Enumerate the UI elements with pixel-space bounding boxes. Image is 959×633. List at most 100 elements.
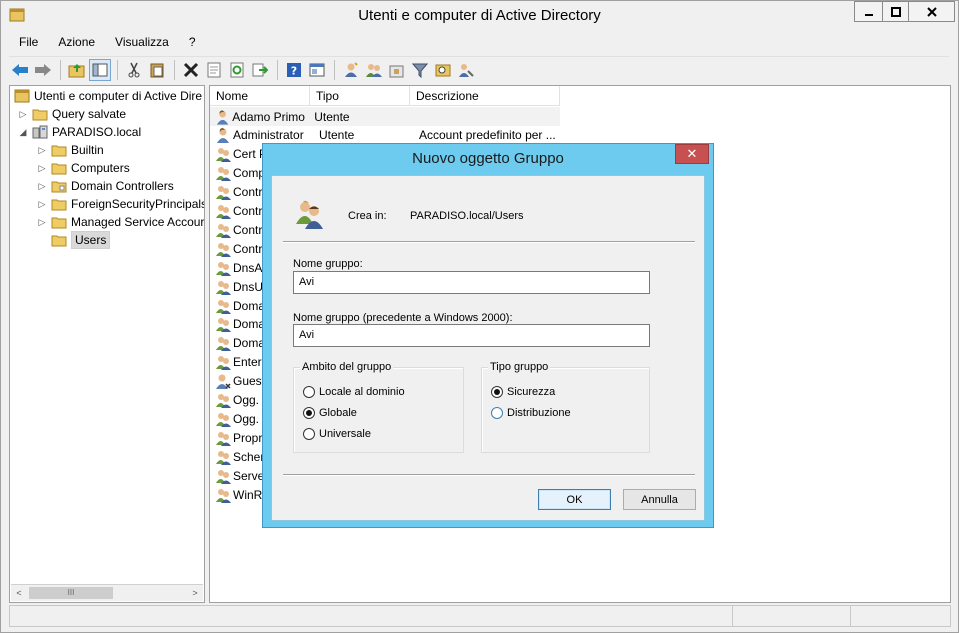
properties-icon	[207, 62, 221, 77]
group-icon	[216, 431, 231, 446]
show-tree-button[interactable]	[89, 58, 111, 81]
find-button[interactable]	[432, 59, 454, 81]
column-header-description[interactable]: Descrizione	[410, 86, 560, 106]
scope-universal-radio[interactable]: Universale	[303, 428, 371, 440]
cancel-button[interactable]: Annulla	[623, 489, 696, 510]
type-distribution-radio[interactable]: Distribuzione	[491, 407, 571, 419]
properties-button[interactable]	[203, 59, 225, 81]
delegate-icon	[459, 63, 474, 77]
tree-item-domain-controllers[interactable]: ▷ Domain Controllers	[37, 177, 174, 195]
group-name-pre2000-input[interactable]: Avi	[293, 324, 650, 347]
ou-folder-icon	[51, 181, 67, 193]
delete-button[interactable]	[180, 59, 202, 81]
radio-label: Universale	[319, 428, 371, 440]
dialog-close-button[interactable]: ✕	[675, 144, 709, 164]
menu-visualizza[interactable]: Visualizza	[105, 33, 179, 53]
tree-item-foreign-security-principals[interactable]: ▷ ForeignSecurityPrincipals	[37, 195, 205, 213]
expand-arrow-icon[interactable]: ▷	[37, 163, 47, 174]
filter-button[interactable]	[409, 59, 431, 81]
new-group-dialog: Nuovo oggetto Gruppo ✕ Crea in: PARADISO…	[262, 143, 714, 528]
new-group-button[interactable]	[363, 59, 385, 81]
group-icon	[216, 223, 231, 238]
scroll-right-arrow-icon[interactable]: >	[188, 587, 202, 599]
console-button[interactable]	[306, 59, 328, 81]
scroll-thumb[interactable]: III	[29, 587, 113, 599]
menu-file[interactable]: File	[9, 33, 48, 53]
up-folder-button[interactable]	[66, 59, 88, 81]
type-security-radio[interactable]: Sicurezza	[491, 386, 555, 398]
group-icon	[216, 186, 231, 201]
collapse-arrow-icon[interactable]: ◢	[18, 127, 28, 138]
column-header-name[interactable]: Nome	[210, 86, 310, 106]
folder-icon	[51, 145, 67, 157]
expand-arrow-icon[interactable]: ▷	[37, 217, 47, 228]
tree-item-label: ForeignSecurityPrincipals	[71, 197, 205, 211]
tree-root-label: Utenti e computer di Active Dire	[34, 89, 203, 103]
up-folder-icon	[68, 63, 85, 77]
tree-pane[interactable]: Utenti e computer di Active Dire ▷ Query…	[9, 85, 205, 603]
minimize-icon	[864, 13, 873, 16]
expand-arrow-icon[interactable]: ▷	[37, 181, 47, 192]
table-row[interactable]: Adamo Primo Utente	[210, 107, 560, 126]
ad-root-icon	[14, 89, 30, 103]
minimize-button[interactable]	[854, 1, 883, 22]
tree-item-builtin[interactable]: ▷ Builtin	[37, 141, 104, 159]
toolbar-separator	[174, 59, 175, 80]
help-button[interactable]: ?	[283, 59, 305, 81]
radio-button[interactable]	[303, 386, 315, 398]
menu-help[interactable]: ?	[179, 33, 206, 53]
maximize-button[interactable]	[882, 1, 909, 22]
new-user-icon	[345, 61, 358, 77]
radio-button-selected[interactable]	[303, 407, 315, 419]
delegate-button[interactable]	[455, 59, 477, 81]
close-button[interactable]	[908, 1, 955, 22]
expand-arrow-icon[interactable]: ▷	[37, 199, 47, 210]
radio-button-selected[interactable]	[491, 386, 503, 398]
back-button[interactable]	[9, 59, 31, 81]
cut-button[interactable]	[123, 59, 145, 81]
scope-domain-local-radio[interactable]: Locale al dominio	[303, 386, 405, 398]
refresh-button[interactable]	[226, 59, 248, 81]
expand-arrow-icon[interactable]: ▷	[18, 109, 28, 120]
group-icon	[216, 337, 231, 352]
export-button[interactable]	[249, 59, 271, 81]
tree-item-label: Managed Service Accour	[71, 215, 205, 229]
tree-root[interactable]: Utenti e computer di Active Dire	[14, 87, 202, 105]
tree-item-paradiso-local[interactable]: ◢ PARADISO.local	[18, 123, 142, 141]
group-name-input[interactable]: Avi	[293, 271, 650, 294]
column-header-type[interactable]: Tipo	[310, 86, 410, 106]
toolbar-separator	[117, 59, 118, 80]
folder-icon	[51, 163, 67, 175]
show-tree-icon	[92, 63, 108, 76]
radio-button[interactable]	[303, 428, 315, 440]
svg-text:?: ?	[291, 64, 297, 77]
folder-icon	[51, 199, 67, 211]
radio-label: Distribuzione	[507, 407, 571, 419]
forward-button[interactable]	[32, 59, 54, 81]
scroll-left-arrow-icon[interactable]: <	[12, 587, 26, 599]
radio-button[interactable]	[491, 407, 503, 419]
tree-item-computers[interactable]: ▷ Computers	[37, 159, 130, 177]
paste-button[interactable]	[146, 59, 168, 81]
forward-icon	[35, 63, 51, 76]
tree-horizontal-scrollbar[interactable]: < III >	[11, 584, 203, 601]
tree-item-query-salvate[interactable]: ▷ Query salvate	[18, 105, 127, 123]
group-icon	[216, 469, 231, 484]
cell-type: Utente	[319, 128, 355, 143]
folder-icon	[32, 109, 48, 121]
new-ou-button[interactable]	[386, 59, 408, 81]
menu-azione[interactable]: Azione	[48, 33, 105, 53]
tree-item-managed-service-accounts[interactable]: ▷ Managed Service Accour	[37, 213, 204, 231]
expand-arrow-icon[interactable]: ▷	[37, 145, 47, 156]
toolbar: ?	[9, 56, 949, 82]
scope-global-radio[interactable]: Globale	[303, 407, 357, 419]
new-user-button[interactable]	[340, 59, 362, 81]
ok-button[interactable]: OK	[538, 489, 611, 510]
divider	[283, 241, 695, 243]
group-name-label: Nome gruppo:	[293, 258, 363, 270]
maximize-icon	[890, 6, 901, 17]
tree-item-users[interactable]: Users	[37, 231, 111, 249]
find-icon	[435, 64, 451, 76]
cell-description: Account predefinito per ...	[419, 128, 556, 143]
cell-name: Adamo Primo	[232, 109, 305, 124]
